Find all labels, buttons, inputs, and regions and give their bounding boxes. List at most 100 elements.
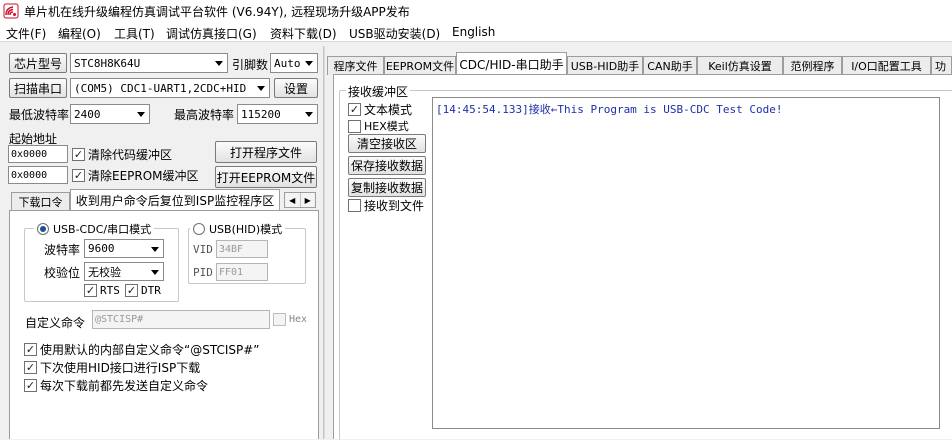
use-default-command-checkbox[interactable]: ✓ 使用默认的内部自定义命令“@STCISP#” (24, 341, 260, 358)
chevron-down-icon (305, 61, 313, 66)
text-mode-checkbox[interactable]: ✓ 文本模式 (348, 101, 412, 118)
dtr-label: DTR (141, 284, 161, 297)
clear-eeprom-buffer-label: 清除EEPROM缓冲区 (88, 169, 199, 183)
menu-usb-driver[interactable]: USB驱动安装(D) (349, 25, 440, 42)
pid-input[interactable]: FF01 (216, 263, 268, 281)
open-program-file-button[interactable]: 打开程序文件 (215, 141, 317, 163)
tab-usb-hid-helper[interactable]: USB-HID助手 (567, 56, 643, 75)
tab-more[interactable]: 功 (931, 56, 952, 75)
com-port-select[interactable]: (COM5) CDC1-UART1,2CDC+HID (70, 78, 270, 98)
menu-program[interactable]: 编程(O) (58, 25, 101, 42)
use-hid-next-checkbox[interactable]: ✓ 下次使用HID接口进行ISP下载 (24, 359, 200, 376)
vid-input[interactable]: 34BF (216, 240, 268, 258)
parity-value: 无校验 (88, 265, 121, 279)
tab-cdc-hid-serial[interactable]: CDC/HID-串口助手 (456, 52, 567, 75)
cdc-mode-radio[interactable]: USB-CDC/串口模式 (34, 221, 155, 237)
chevron-down-icon (151, 269, 159, 275)
tab-examples[interactable]: 范例程序 (783, 56, 842, 75)
tab-isp-reset[interactable]: 收到用户命令后复位到ISP监控程序区 (70, 189, 280, 211)
send-command-first-checkbox[interactable]: ✓ 每次下载前都先发送自定义命令 (24, 377, 208, 394)
pid-label: PID (193, 266, 213, 279)
receive-to-file-label: 接收到文件 (364, 199, 425, 213)
max-baud-value: 115200 (241, 107, 281, 121)
receive-log-line: [14:45:54.133]接收←This Program is USB-CDC… (436, 103, 783, 116)
checkmark-icon: ✓ (24, 361, 37, 374)
hex-mode-label: HEX模式 (364, 120, 409, 133)
tab-eeprom-file[interactable]: EEPROM文件 (384, 56, 456, 75)
receive-text-area[interactable]: [14:45:54.133]接收←This Program is USB-CDC… (432, 97, 940, 429)
window-title: 单片机在线升级编程仿真调试平台软件 (V6.94Y), 远程现场升级APP发布 (24, 5, 410, 19)
baud-rate-value: 9600 (88, 242, 115, 255)
title-bar: 单片机在线升级编程仿真调试平台软件 (V6.94Y), 远程现场升级APP发布 (0, 0, 952, 22)
vid-label: VID (193, 243, 213, 256)
hex-mode-checkbox[interactable]: HEX模式 (348, 118, 409, 134)
tab-can-helper[interactable]: CAN助手 (643, 56, 697, 75)
app-icon (3, 3, 19, 19)
parity-select[interactable]: 无校验 (84, 262, 164, 281)
menu-file[interactable]: 文件(F) (6, 25, 46, 42)
use-hid-next-label: 下次使用HID接口进行ISP下载 (40, 361, 201, 375)
hid-mode-radio[interactable]: USB(HID)模式 (190, 221, 286, 237)
checkbox-empty-icon (348, 119, 361, 133)
checkmark-icon: ✓ (72, 169, 85, 182)
use-default-command-label: 使用默认的内部自定义命令“@STCISP#” (40, 343, 260, 357)
chip-model-value: STC8H8K64U (74, 56, 141, 70)
min-baud-value: 2400 (74, 107, 101, 121)
chip-model-select[interactable]: STC8H8K64U (70, 53, 228, 73)
max-baud-select[interactable]: 115200 (237, 104, 318, 124)
receive-buffer-label: 接收缓冲区 (346, 83, 411, 100)
code-address-input[interactable]: 0x0000 (8, 145, 68, 163)
tab-scroll-left-icon[interactable]: ◀ (285, 193, 301, 207)
rts-checkbox[interactable]: ✓ RTS (84, 284, 120, 297)
chevron-down-icon (137, 112, 145, 117)
baud-rate-select[interactable]: 9600 (84, 239, 164, 258)
clear-receive-button[interactable]: 清空接收区 (348, 134, 426, 153)
rts-label: RTS (100, 284, 120, 297)
menu-debug[interactable]: 调试仿真接口(G) (166, 25, 257, 42)
clear-code-buffer-label: 清除代码缓冲区 (88, 148, 173, 162)
menu-english[interactable]: English (452, 25, 495, 39)
tab-program-file[interactable]: 程序文件 (327, 56, 384, 75)
eeprom-address-input[interactable]: 0x0000 (8, 166, 68, 184)
min-baud-select[interactable]: 2400 (70, 104, 150, 124)
hex-label: Hex (289, 314, 308, 325)
chevron-down-icon (215, 61, 223, 66)
com-port-value: (COM5) CDC1-UART1,2CDC+HID (74, 81, 247, 95)
chip-model-button[interactable]: 芯片型号 (9, 53, 67, 73)
checkmark-icon: ✓ (125, 284, 138, 297)
baud-rate-label: 波特率 (44, 243, 81, 257)
scan-port-button[interactable]: 扫描串口 (9, 78, 67, 98)
checkbox-empty-icon (348, 199, 361, 212)
chevron-down-icon (305, 112, 313, 117)
pin-count-label: 引脚数 (232, 58, 269, 72)
hid-mode-label: USB(HID)模式 (209, 223, 283, 236)
open-eeprom-file-button[interactable]: 打开EEPROM文件 (215, 166, 317, 188)
clear-code-buffer-checkbox[interactable]: ✓ 清除代码缓冲区 (72, 146, 172, 163)
checkmark-icon: ✓ (24, 379, 37, 392)
copy-receive-button[interactable]: 复制接收数据 (348, 178, 426, 197)
radio-unselected-icon (193, 223, 205, 235)
hex-checkbox[interactable]: Hex (273, 313, 307, 326)
tab-scroll-right-icon[interactable]: ▶ (301, 193, 316, 207)
menu-download[interactable]: 资料下载(D) (270, 25, 337, 42)
pin-count-select[interactable]: Auto (270, 53, 318, 73)
clear-eeprom-buffer-checkbox[interactable]: ✓ 清除EEPROM缓冲区 (72, 167, 199, 184)
menu-tools[interactable]: 工具(T) (114, 25, 155, 42)
tab-keil-settings[interactable]: Keil仿真设置 (697, 56, 783, 75)
checkbox-empty-icon (273, 313, 286, 326)
panel-splitter[interactable] (323, 46, 325, 439)
settings-button[interactable]: 设置 (274, 78, 318, 98)
min-baud-label: 最低波特率 (9, 108, 70, 122)
tab-io-config[interactable]: I/O口配置工具 (842, 56, 931, 75)
parity-label: 校验位 (44, 266, 81, 280)
custom-command-input[interactable]: @STCISP# (92, 310, 270, 329)
save-receive-button[interactable]: 保存接收数据 (348, 156, 426, 175)
serial-helper-panel: 接收缓冲区 ✓ 文本模式 HEX模式 清空接收区 保存接收数据 复制接收数据 接收… (333, 74, 952, 440)
menu-bar: 文件(F) 编程(O) 工具(T) 调试仿真接口(G) 资料下载(D) USB驱… (0, 22, 952, 42)
tab-scroller[interactable]: ◀ ▶ (284, 192, 316, 208)
pin-count-value: Auto (274, 56, 301, 70)
tab-download-password[interactable]: 下载口令 (11, 192, 70, 211)
checkmark-icon: ✓ (72, 148, 85, 161)
dtr-checkbox[interactable]: ✓ DTR (125, 284, 161, 297)
receive-to-file-checkbox[interactable]: 接收到文件 (348, 197, 424, 214)
